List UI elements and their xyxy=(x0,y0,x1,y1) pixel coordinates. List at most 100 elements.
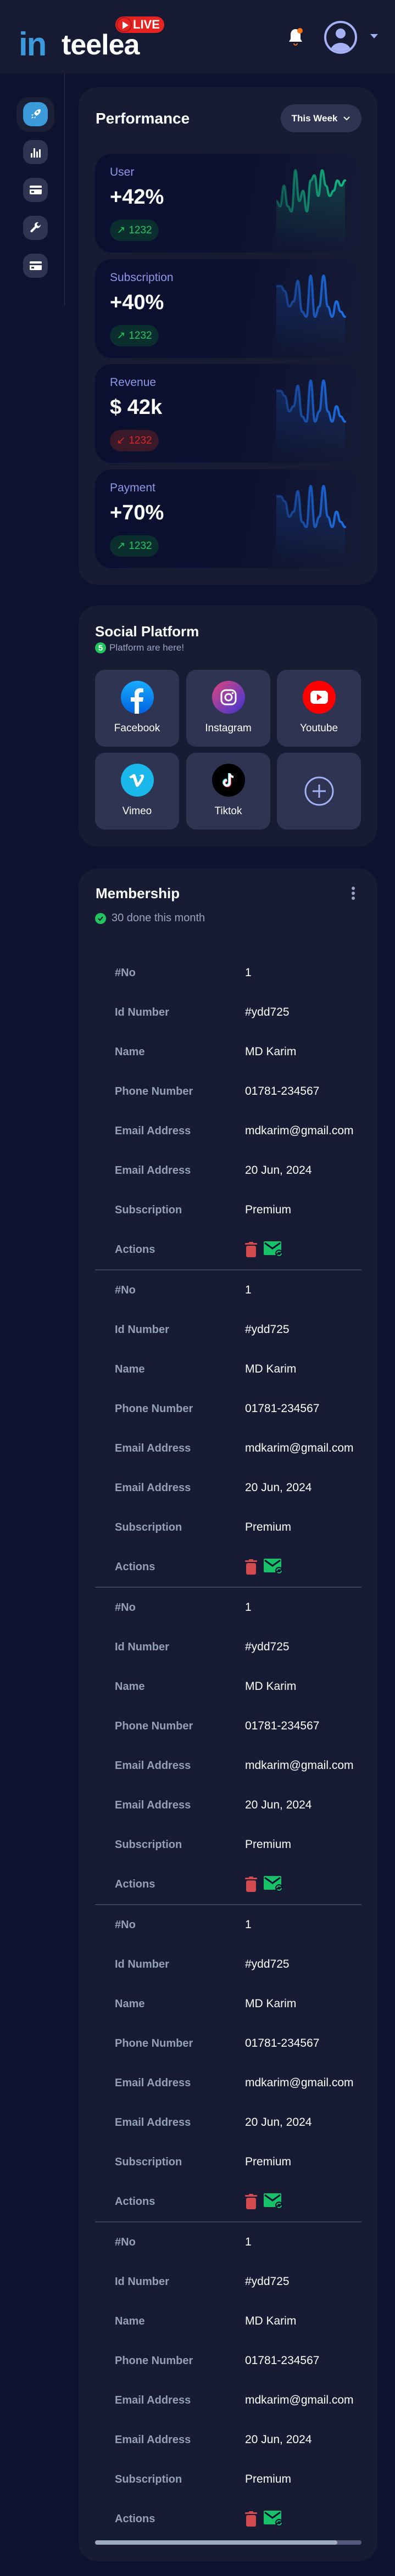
record-row: Email Address 20 Jun, 2024 xyxy=(95,1151,361,1190)
record-row: Actions xyxy=(95,2499,361,2539)
stat-card-user[interactable]: User +42% ↗ 1232 xyxy=(95,154,361,253)
stat-card-payment[interactable]: Payment +70% ↗ 1232 xyxy=(95,469,361,568)
record-row: Email Address mdkarim@gmail.com xyxy=(95,1429,361,1468)
resend-mail-icon[interactable] xyxy=(264,1876,283,1892)
platform-count-badge: 5 xyxy=(95,642,106,653)
field-value-date: 20 Jun, 2024 xyxy=(245,1799,312,1811)
sidebar-item-settings[interactable] xyxy=(23,216,48,240)
chevron-down-icon xyxy=(343,116,351,120)
arrow-down-left-icon: ↙ xyxy=(116,435,126,446)
platform-label: Facebook xyxy=(114,723,160,734)
field-label: Email Address xyxy=(115,1124,191,1137)
more-options-icon[interactable] xyxy=(350,886,357,903)
field-label: Email Address xyxy=(115,1442,191,1454)
field-value-name: MD Karim xyxy=(245,1997,297,2010)
stat-card-revenue[interactable]: Revenue $ 42k ↙ 1232 xyxy=(95,364,361,463)
record-row: Subscription Premium xyxy=(95,1190,361,1230)
membership-record: #No 1 Id Number #ydd725 Name MD Karim Phone Nu… xyxy=(95,1588,361,1905)
field-label: Id Number xyxy=(115,2275,169,2288)
record-row: Id Number #ydd725 xyxy=(95,1310,361,1349)
change-badge: ↗ 1232 xyxy=(110,535,159,557)
field-label: Actions xyxy=(115,1878,155,1890)
platform-tile-tiktok[interactable]: Tiktok xyxy=(186,753,270,830)
field-value-name: MD Karim xyxy=(245,1680,297,1693)
field-label: Email Address xyxy=(115,2394,191,2406)
stat-card-subscription[interactable]: Subscription +40% ↗ 1232 xyxy=(95,259,361,358)
field-label: #No xyxy=(115,1601,136,1614)
field-value-no: 1 xyxy=(245,1284,252,1296)
field-value-phone: 01781-234567 xyxy=(245,1085,320,1097)
field-value-email: mdkarim@gmail.com xyxy=(245,1442,354,1454)
field-value-date: 20 Jun, 2024 xyxy=(245,2116,312,2129)
stat-value: $ 42k xyxy=(110,396,163,419)
arrow-up-right-icon: ↗ xyxy=(116,330,126,341)
sparkline-area xyxy=(276,486,345,563)
field-value-phone: 01781-234567 xyxy=(245,2037,320,2049)
field-label: Actions xyxy=(115,2512,155,2525)
stat-label: Revenue xyxy=(110,376,157,389)
resend-mail-icon[interactable] xyxy=(264,1559,283,1575)
membership-record: #No 1 Id Number #ydd725 Name MD Karim Phone Nu… xyxy=(95,2222,361,2540)
field-value-phone: 01781-234567 xyxy=(245,1402,320,1415)
field-label: Subscription xyxy=(115,1838,182,1851)
arrow-up-right-icon: ↗ xyxy=(116,540,126,552)
rocket-icon xyxy=(31,109,41,119)
resend-mail-icon[interactable] xyxy=(264,1241,283,1258)
field-value-date: 20 Jun, 2024 xyxy=(245,1164,312,1177)
sidebar-item-billing[interactable] xyxy=(23,178,48,202)
delete-trash-icon[interactable] xyxy=(245,2194,257,2209)
platform-tile-instagram[interactable]: Instagram xyxy=(186,670,270,747)
platform-tile-youtube[interactable]: Youtube xyxy=(277,670,361,747)
action-buttons xyxy=(245,1241,283,1258)
horizontal-scrollbar[interactable] xyxy=(95,2540,361,2545)
field-label: Subscription xyxy=(115,1521,182,1533)
profile-dropdown-caret-icon[interactable] xyxy=(370,34,378,38)
scrollbar-thumb[interactable] xyxy=(95,2540,338,2545)
platform-tile-facebook[interactable]: Facebook xyxy=(95,670,179,747)
record-row: #No 1 xyxy=(95,1588,361,1627)
record-row: Id Number #ydd725 xyxy=(95,1627,361,1667)
action-buttons xyxy=(245,1876,283,1892)
record-row: Id Number #ydd725 xyxy=(95,993,361,1032)
inteelea-logo[interactable]: in teelea LIVE xyxy=(16,15,170,63)
logo-word: teelea xyxy=(62,29,140,61)
stat-label: User xyxy=(110,166,135,178)
field-label: Email Address xyxy=(115,1481,191,1494)
tiktok-icon xyxy=(212,764,245,797)
resend-mail-icon[interactable] xyxy=(264,2193,283,2210)
record-row: Email Address 20 Jun, 2024 xyxy=(95,2103,361,2142)
social-title: Social Platform xyxy=(95,623,199,640)
stat-value: +70% xyxy=(110,501,164,524)
delete-trash-icon[interactable] xyxy=(245,1559,257,1575)
sidebar-item-payments[interactable] xyxy=(23,254,48,278)
youtube-icon xyxy=(303,681,336,714)
notification-bell-icon[interactable] xyxy=(287,27,304,46)
period-dropdown[interactable]: This Week xyxy=(281,104,361,132)
record-row: #No 1 xyxy=(95,1270,361,1310)
user-avatar[interactable] xyxy=(324,21,357,54)
plus-circle-icon xyxy=(304,776,334,806)
change-value: 1232 xyxy=(129,329,152,341)
field-label: Email Address xyxy=(115,2076,191,2089)
sidebar-item-analytics[interactable] xyxy=(23,140,48,164)
change-badge: ↙ 1232 xyxy=(110,430,159,451)
record-row: Subscription Premium xyxy=(95,1508,361,1547)
field-value-subscription: Premium xyxy=(245,2473,292,2485)
record-row: Email Address mdkarim@gmail.com xyxy=(95,1111,361,1151)
delete-trash-icon[interactable] xyxy=(245,1242,257,1257)
record-row: Phone Number 01781-234567 xyxy=(95,1389,361,1429)
field-label: Actions xyxy=(115,1560,155,1573)
sidebar-item-rocket[interactable] xyxy=(23,102,48,126)
platform-tile-vimeo[interactable]: Vimeo xyxy=(95,753,179,830)
delete-trash-icon[interactable] xyxy=(245,1877,257,1892)
wrench-icon xyxy=(30,222,41,233)
membership-record: #No 1 Id Number #ydd725 Name MD Karim Phone Nu… xyxy=(95,953,361,1270)
resend-mail-icon[interactable] xyxy=(264,2511,283,2527)
add-platform-button[interactable] xyxy=(277,753,361,830)
delete-trash-icon[interactable] xyxy=(245,2511,257,2527)
field-value-name: MD Karim xyxy=(245,2315,297,2327)
field-label: Subscription xyxy=(115,2155,182,2168)
field-label: Phone Number xyxy=(115,2354,193,2367)
record-row: Email Address 20 Jun, 2024 xyxy=(95,1468,361,1508)
field-value-phone: 01781-234567 xyxy=(245,1720,320,1732)
